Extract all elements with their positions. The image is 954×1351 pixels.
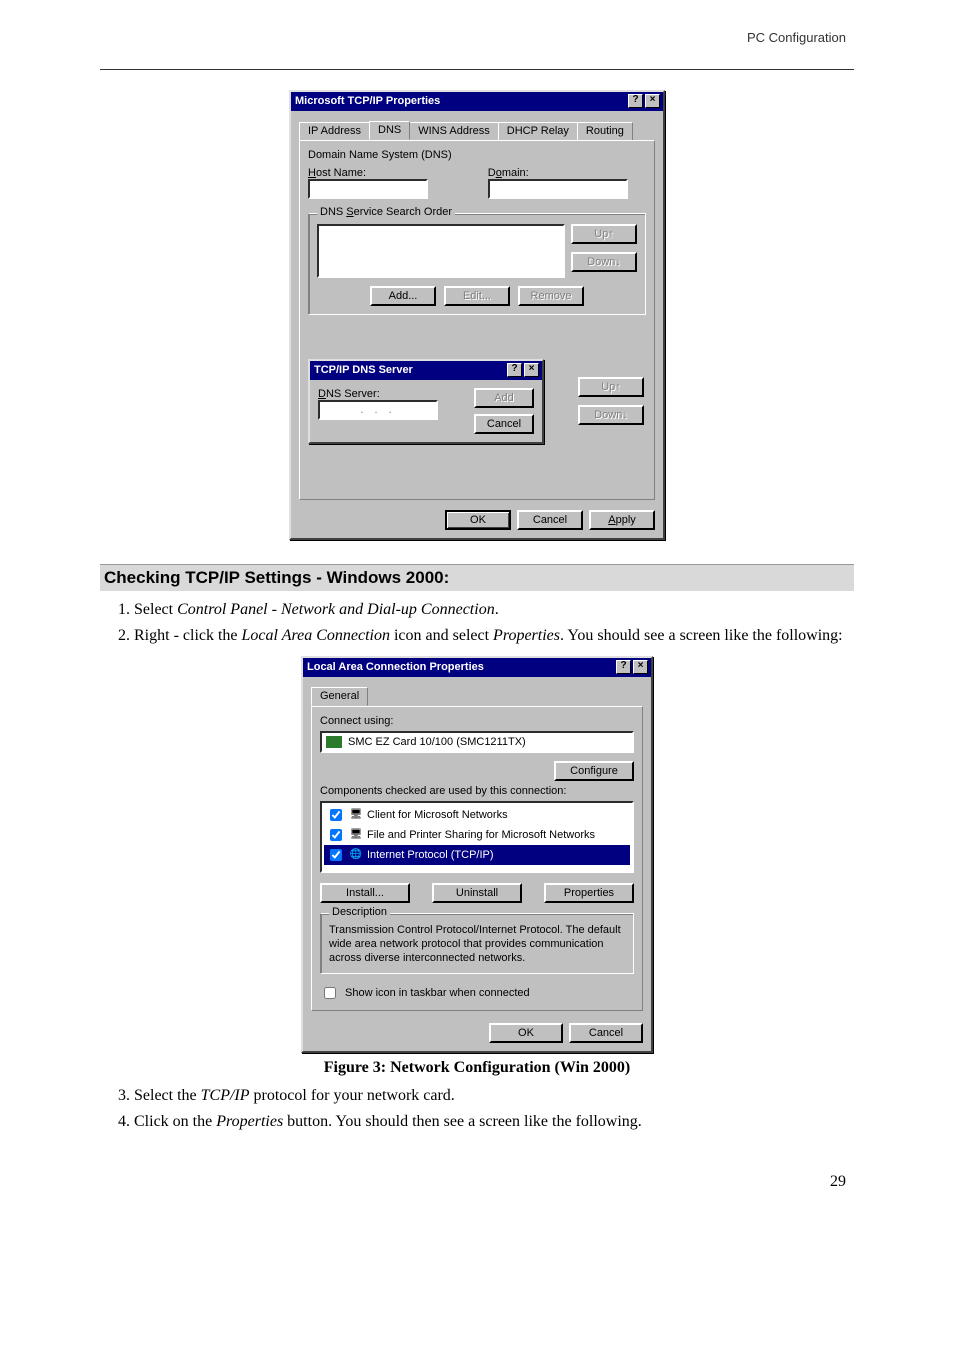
header-rule	[100, 69, 854, 70]
connect-using-label: Connect using:	[320, 715, 393, 727]
cancel-button[interactable]: Cancel	[517, 510, 583, 530]
component-label: Client for Microsoft Networks	[367, 809, 508, 821]
help-icon[interactable]: ?	[616, 660, 631, 674]
nic-icon	[326, 736, 342, 748]
step-3: Select the TCP/IP protocol for your netw…	[134, 1085, 854, 1107]
ok-button[interactable]: OK	[445, 510, 511, 530]
description-legend: Description	[329, 906, 390, 918]
suffix-down-button[interactable]: Down↓	[578, 405, 644, 425]
dns-group-label: Domain Name System (DNS)	[308, 149, 646, 161]
suffix-up-button[interactable]: Up↑	[578, 377, 644, 397]
steps-list-1: Select Control Panel - Network and Dial-…	[100, 599, 854, 646]
tab-wins-address[interactable]: WINS Address	[409, 122, 499, 140]
adapter-name: SMC EZ Card 10/100 (SMC1211TX)	[348, 736, 526, 748]
list-item[interactable]: 🖥 Client for Microsoft Networks	[324, 805, 630, 825]
search-order-legend: ervice Search Order	[354, 206, 452, 218]
running-header: PC Configuration	[100, 30, 854, 45]
close-icon[interactable]: ×	[645, 94, 660, 108]
step-1: Select Control Panel - Network and Dial-…	[134, 599, 854, 621]
components-label: Components checked are used by this conn…	[320, 785, 566, 797]
step1-post: .	[495, 601, 499, 618]
help-icon[interactable]: ?	[507, 363, 522, 377]
cancel-button[interactable]: Cancel	[569, 1023, 643, 1043]
ok-button[interactable]: OK	[489, 1023, 563, 1043]
uninstall-button[interactable]: Uninstall	[432, 883, 522, 903]
tcpip-properties-dialog: Microsoft TCP/IP Properties ? × IP Addre…	[289, 90, 665, 540]
checkbox-tcpip[interactable]	[330, 849, 342, 861]
component-label: File and Printer Sharing for Microsoft N…	[367, 829, 595, 841]
checkbox-client[interactable]	[330, 809, 342, 821]
close-icon[interactable]: ×	[524, 363, 539, 377]
step2-italic-2: Properties	[493, 627, 560, 644]
tcpip-dns-server-dialog: TCP/IP DNS Server ? × DNS Server:	[308, 359, 544, 444]
apply-button[interactable]: Apply	[589, 510, 655, 530]
configure-button[interactable]: Configure	[554, 761, 634, 781]
step-4: Click on the Properties button. You shou…	[134, 1111, 854, 1133]
steps-list-2: Select the TCP/IP protocol for your netw…	[100, 1085, 854, 1132]
lan-properties-dialog: Local Area Connection Properties ? × Gen…	[301, 656, 653, 1053]
tab-general[interactable]: General	[311, 687, 368, 706]
dns-down-button[interactable]: Down↓	[571, 252, 637, 272]
protocol-icon: 🌐	[349, 849, 363, 861]
dns-server-input[interactable]	[318, 400, 438, 420]
component-label: Internet Protocol (TCP/IP)	[367, 849, 494, 861]
dns-add-button[interactable]: Add...	[370, 286, 436, 306]
sub-add-button[interactable]: Add	[474, 388, 534, 408]
dialog2-title: Local Area Connection Properties	[307, 661, 484, 673]
description-text: Transmission Control Protocol/Internet P…	[329, 924, 625, 965]
step-2: Right - click the Local Area Connection …	[134, 625, 854, 647]
dns-up-button[interactable]: Up↑	[571, 224, 637, 244]
step3-post: protocol for your network card.	[250, 1087, 455, 1104]
step2-italic-1: Local Area Connection	[242, 627, 390, 644]
close-icon[interactable]: ×	[633, 660, 648, 674]
step2-post: . You should see a screen like the follo…	[560, 627, 843, 644]
domain-input[interactable]	[488, 179, 628, 199]
dns-search-list[interactable]	[317, 224, 565, 278]
client-icon: 🖥	[349, 809, 363, 821]
host-name-label: ost Name:	[316, 167, 366, 179]
components-list[interactable]: 🖥 Client for Microsoft Networks 🖥 File a…	[320, 801, 634, 873]
page-number: 29	[100, 1173, 854, 1191]
help-icon[interactable]: ?	[628, 94, 643, 108]
fileshare-icon: 🖥	[349, 829, 363, 841]
section-heading: Checking TCP/IP Settings - Windows 2000:	[100, 564, 854, 591]
dns-edit-button[interactable]: Edit...	[444, 286, 510, 306]
tab-dns[interactable]: DNS	[369, 121, 410, 140]
dns-remove-button[interactable]: Remove	[518, 286, 584, 306]
checkbox-fileshare[interactable]	[330, 829, 342, 841]
step4-pre: Click on the	[134, 1113, 216, 1130]
dns-server-label: NS Server:	[326, 388, 380, 400]
tab-dhcp-relay[interactable]: DHCP Relay	[498, 122, 578, 140]
step3-italic: TCP/IP	[201, 1087, 250, 1104]
sub-dialog-title: TCP/IP DNS Server	[314, 364, 413, 376]
step2-pre: Right - click the	[134, 627, 242, 644]
step1-italic: Control Panel - Network and Dial-up Conn…	[177, 601, 495, 618]
list-item[interactable]: 🖥 File and Printer Sharing for Microsoft…	[324, 825, 630, 845]
dialog-title: Microsoft TCP/IP Properties	[295, 95, 440, 107]
step2-mid: icon and select	[390, 627, 493, 644]
show-icon-checkbox[interactable]	[324, 987, 336, 999]
install-button[interactable]: Install...	[320, 883, 410, 903]
tab-routing[interactable]: Routing	[577, 122, 633, 140]
list-item[interactable]: 🌐 Internet Protocol (TCP/IP)	[324, 845, 630, 865]
host-name-input[interactable]	[308, 179, 428, 199]
figure-caption: Figure 3: Network Configuration (Win 200…	[100, 1059, 854, 1077]
step1-pre: Select	[134, 601, 177, 618]
properties-button[interactable]: Properties	[544, 883, 634, 903]
step4-italic: Properties	[216, 1113, 283, 1130]
sub-cancel-button[interactable]: Cancel	[474, 414, 534, 434]
step4-post: button. You should then see a screen lik…	[283, 1113, 642, 1130]
tab-ip-address[interactable]: IP Address	[299, 122, 370, 140]
show-icon-label: Show icon in taskbar when connected	[345, 987, 530, 999]
domain-label: main:	[502, 167, 529, 179]
step3-pre: Select the	[134, 1087, 201, 1104]
